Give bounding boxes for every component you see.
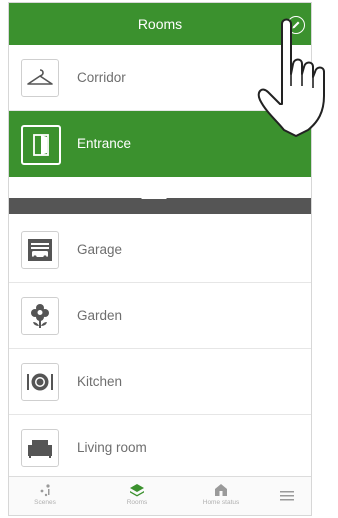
nav-label: Scenes xyxy=(34,499,56,506)
room-item-garage[interactable]: Garage xyxy=(9,217,311,283)
pointing-hand-icon xyxy=(257,18,325,137)
plate-icon xyxy=(27,373,53,391)
door-icon xyxy=(33,134,49,156)
menu-icon xyxy=(280,491,294,501)
nav-label: Rooms xyxy=(126,499,148,506)
room-item-garden[interactable]: Garden xyxy=(9,283,311,349)
hanger-icon xyxy=(27,69,53,85)
room-item-living-room[interactable]: Living room xyxy=(9,415,311,481)
sofa-icon xyxy=(28,440,52,458)
room-label: Entrance xyxy=(77,136,132,151)
room-label: Living room xyxy=(77,440,147,455)
nav-label: Home status xyxy=(202,499,240,506)
drag-divider[interactable] xyxy=(9,198,311,214)
room-icon-box xyxy=(21,429,59,467)
selection-pointer xyxy=(141,186,167,199)
room-icon-box xyxy=(21,125,61,165)
nav-item-scenes[interactable]: Scenes xyxy=(17,477,73,515)
nav-item-home-status[interactable]: Home status xyxy=(193,477,249,515)
room-icon-box xyxy=(21,59,59,97)
nav-item-menu[interactable] xyxy=(259,477,311,515)
room-icon-box xyxy=(21,363,59,401)
room-icon-box xyxy=(21,297,59,335)
bottom-nav: Scenes Rooms Home status xyxy=(9,476,311,515)
rooms-icon xyxy=(130,484,144,497)
room-label: Kitchen xyxy=(77,374,123,389)
room-label: Garden xyxy=(77,308,123,323)
room-icon-box xyxy=(21,231,59,269)
room-label: Corridor xyxy=(77,70,126,85)
room-item-kitchen[interactable]: Kitchen xyxy=(9,349,311,415)
scenes-icon xyxy=(40,484,50,497)
flower-icon xyxy=(31,304,49,328)
nav-item-rooms[interactable]: Rooms xyxy=(109,477,165,515)
garage-icon xyxy=(28,239,52,261)
home-status-icon xyxy=(215,484,227,496)
room-label: Garage xyxy=(77,242,123,257)
